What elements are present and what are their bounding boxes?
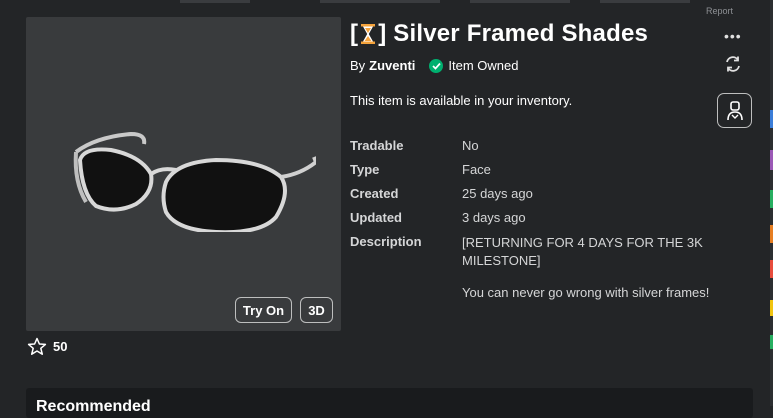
refresh-icon[interactable] (724, 55, 742, 73)
report-link[interactable]: Report (706, 6, 733, 16)
owned-label: Item Owned (448, 58, 519, 73)
try-on-button[interactable]: Try On (235, 297, 292, 323)
item-details: Tradable No Type Face Created 25 days ag… (350, 138, 747, 325)
detail-row-description: Description [RETURNING FOR 4 DAYS FOR TH… (350, 234, 747, 316)
detail-label: Updated (350, 210, 402, 225)
view-3d-button[interactable]: 3D (300, 297, 333, 323)
avatar-icon (726, 100, 743, 120)
byline: By Zuventi Item Owned (350, 58, 519, 73)
more-options-button[interactable]: ••• (724, 28, 742, 44)
detail-row-tradable: Tradable No (350, 138, 747, 153)
detail-value: No (462, 138, 479, 153)
detail-value: 3 days ago (462, 210, 526, 225)
star-icon[interactable] (27, 337, 47, 356)
detail-label: Tradable (350, 138, 404, 153)
thumbnail-strip (470, 0, 570, 3)
description-paragraph: You can never go wrong with silver frame… (462, 285, 710, 300)
description-paragraph: [RETURNING FOR 4 DAYS FOR THE 3K MILESTO… (462, 235, 703, 268)
favorites[interactable]: 50 (27, 337, 67, 356)
title-text: ] Silver Framed Shades (378, 20, 649, 47)
detail-label: Description (350, 234, 422, 249)
creator-link[interactable]: Zuventi (369, 58, 415, 73)
detail-row-created: Created 25 days ago (350, 186, 747, 201)
item-preview[interactable]: Try On 3D (26, 17, 341, 331)
top-strip (0, 0, 773, 16)
detail-value: 25 days ago (462, 186, 533, 201)
description-text: [RETURNING FOR 4 DAYS FOR THE 3K MILESTO… (462, 234, 747, 316)
availability-text: This item is available in your inventory… (350, 93, 573, 108)
hourglass-icon (361, 24, 376, 44)
detail-value[interactable]: Face (462, 162, 491, 177)
favorite-count: 50 (53, 339, 68, 354)
thumbnail-strip (320, 0, 440, 3)
recommended-heading: Recommended (36, 398, 151, 415)
silver-shades-thumbnail (73, 131, 316, 232)
title-bracket: [ (350, 20, 359, 47)
by-label: By (350, 58, 366, 73)
thumbnail-strip (180, 0, 250, 3)
item-title: [ ] Silver Framed Shades (350, 20, 648, 48)
detail-label: Created (350, 186, 399, 201)
detail-row-type: Type Face (350, 162, 747, 177)
check-icon (429, 58, 444, 73)
wear-avatar-button[interactable] (717, 93, 752, 128)
owned-status: Item Owned (429, 58, 519, 73)
detail-label: Type (350, 162, 380, 177)
thumbnail-strip (600, 0, 690, 3)
detail-row-updated: Updated 3 days ago (350, 210, 747, 225)
recommended-section: Recommended (26, 388, 753, 418)
